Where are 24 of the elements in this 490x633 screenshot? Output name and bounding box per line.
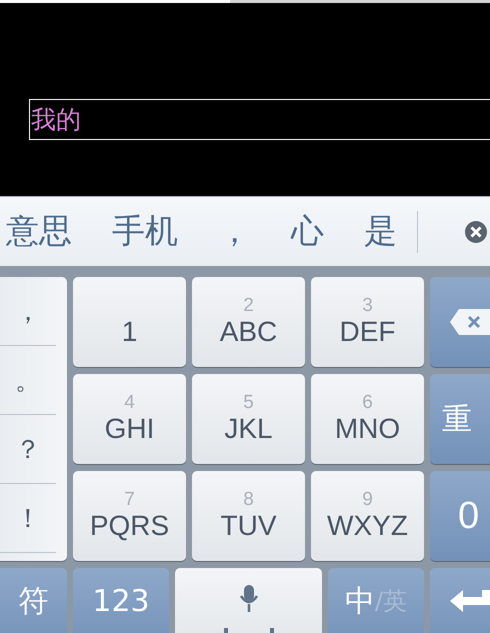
keypad-key[interactable]: 7 PQRS [73,471,186,561]
punctuation-key[interactable]: 。 [0,346,56,415]
keypad-key[interactable]: 8 TUV [192,471,305,561]
candidate-word[interactable]: 是 [364,209,397,254]
candidate-word[interactable]: ， [218,209,251,254]
keypad-key[interactable]: 1 [73,277,186,367]
keypad-key[interactable]: 4 GHI [73,374,186,464]
candidate-word[interactable]: 手机 [112,209,178,254]
keypad-key[interactable]: 3 DEF [311,277,424,367]
backspace-key[interactable] [430,277,490,367]
punctuation-key[interactable]: ！ [0,484,56,553]
candidate-word[interactable]: 心 [291,209,324,254]
clear-icon[interactable] [464,220,488,244]
space-key[interactable] [175,568,322,633]
input-field[interactable]: 我的 [29,99,490,140]
punctuation-key[interactable]: ？ [0,415,56,484]
return-icon [450,590,490,612]
candidate-word[interactable]: 意思 [6,209,72,254]
keypad-key[interactable]: 5 JKL [192,374,305,464]
backspace-icon [450,309,490,335]
keypad-key[interactable]: 2 ABC [192,277,305,367]
keypad-key[interactable]: 9 WXYZ [311,471,424,561]
keypad-key[interactable]: 6 MNO [311,374,424,464]
punctuation-key[interactable]: ， [0,277,56,346]
